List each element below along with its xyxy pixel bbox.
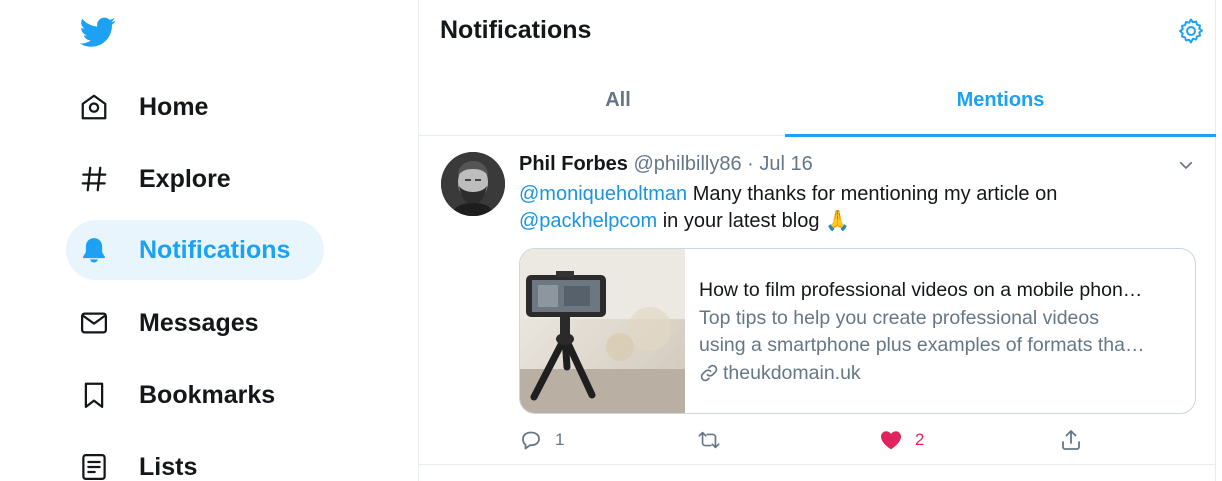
list-icon (78, 451, 110, 481)
share-button[interactable] (1059, 425, 1083, 455)
reply-icon (519, 428, 543, 452)
tab-all[interactable]: All (419, 64, 817, 136)
sidebar-item-label: Explore (139, 164, 231, 193)
sidebar-item-home[interactable]: Home (66, 77, 242, 137)
sidebar-item-label: Home (139, 92, 209, 121)
tweet-header: Phil Forbes @philbilly86 · Jul 16 (519, 153, 813, 176)
link-icon (699, 363, 719, 383)
sidebar-item-bookmarks[interactable]: Bookmarks (66, 365, 309, 425)
hashtag-icon (78, 163, 110, 195)
sidebar-item-label: Messages (139, 308, 259, 337)
retweet-button[interactable] (697, 425, 733, 455)
sidebar-item-notifications[interactable]: Notifications (66, 220, 325, 280)
card-body: How to film professional videos on a mob… (699, 276, 1179, 387)
mention-link[interactable]: @moniqueholtman (519, 183, 687, 205)
author-name[interactable]: Phil Forbes (519, 153, 628, 175)
sidebar-item-explore[interactable]: Explore (66, 149, 265, 209)
reply-count: 1 (555, 430, 565, 449)
reply-button[interactable]: 1 (519, 425, 564, 455)
retweet-icon (697, 428, 721, 452)
tweet-date[interactable]: Jul 16 (759, 153, 812, 175)
card-description-line: Top tips to help you create professional… (699, 307, 1099, 329)
avatar[interactable] (441, 152, 505, 216)
card-title: How to film professional videos on a mob… (699, 279, 1143, 301)
card-description: Top tips to help you create professional… (699, 305, 1179, 359)
tweet-actions: 1 2 (519, 425, 1196, 455)
share-icon (1059, 428, 1083, 452)
main-column: Notifications All Mentions Phil Forbes @… (418, 0, 1216, 481)
mention-link[interactable]: @packhelpcom (519, 210, 657, 232)
tweet[interactable]: Phil Forbes @philbilly86 · Jul 16 @moniq… (419, 137, 1216, 465)
tweet-text-part: Many thanks for mentioning my article on (687, 183, 1058, 205)
sidebar-item-label: Bookmarks (139, 380, 276, 409)
sidebar: Home Explore Notifications Messages Book… (0, 0, 418, 481)
bell-icon (78, 234, 110, 266)
like-button[interactable]: 2 (879, 425, 924, 455)
notification-tabs: All Mentions (419, 64, 1216, 137)
tweet-text-part: in your latest blog 🙏 (657, 210, 850, 232)
home-icon (78, 91, 110, 123)
page-title: Notifications (440, 16, 592, 44)
card-domain-text: theukdomain.uk (723, 362, 861, 384)
sidebar-item-lists[interactable]: Lists (66, 437, 231, 481)
card-description-line: using a smartphone plus examples of form… (699, 334, 1145, 356)
heart-icon (879, 428, 903, 452)
gear-icon[interactable] (1175, 15, 1207, 47)
card-thumbnail (520, 249, 685, 413)
separator: · (747, 153, 754, 175)
twitter-bird-icon[interactable] (78, 14, 118, 50)
card-domain: theukdomain.uk (699, 359, 1179, 387)
sidebar-item-label: Lists (139, 452, 198, 481)
envelope-icon (78, 307, 110, 339)
sidebar-item-messages[interactable]: Messages (66, 293, 293, 353)
sidebar-item-label: Notifications (139, 235, 291, 264)
tweet-text: @moniqueholtman Many thanks for mentioni… (519, 181, 1159, 235)
bookmark-icon (78, 379, 110, 411)
chevron-down-icon[interactable] (1174, 153, 1198, 177)
like-count: 2 (915, 430, 925, 449)
tab-mentions[interactable]: Mentions (785, 64, 1216, 137)
author-handle[interactable]: @philbilly86 (633, 153, 741, 175)
link-preview-card[interactable]: How to film professional videos on a mob… (519, 248, 1196, 414)
